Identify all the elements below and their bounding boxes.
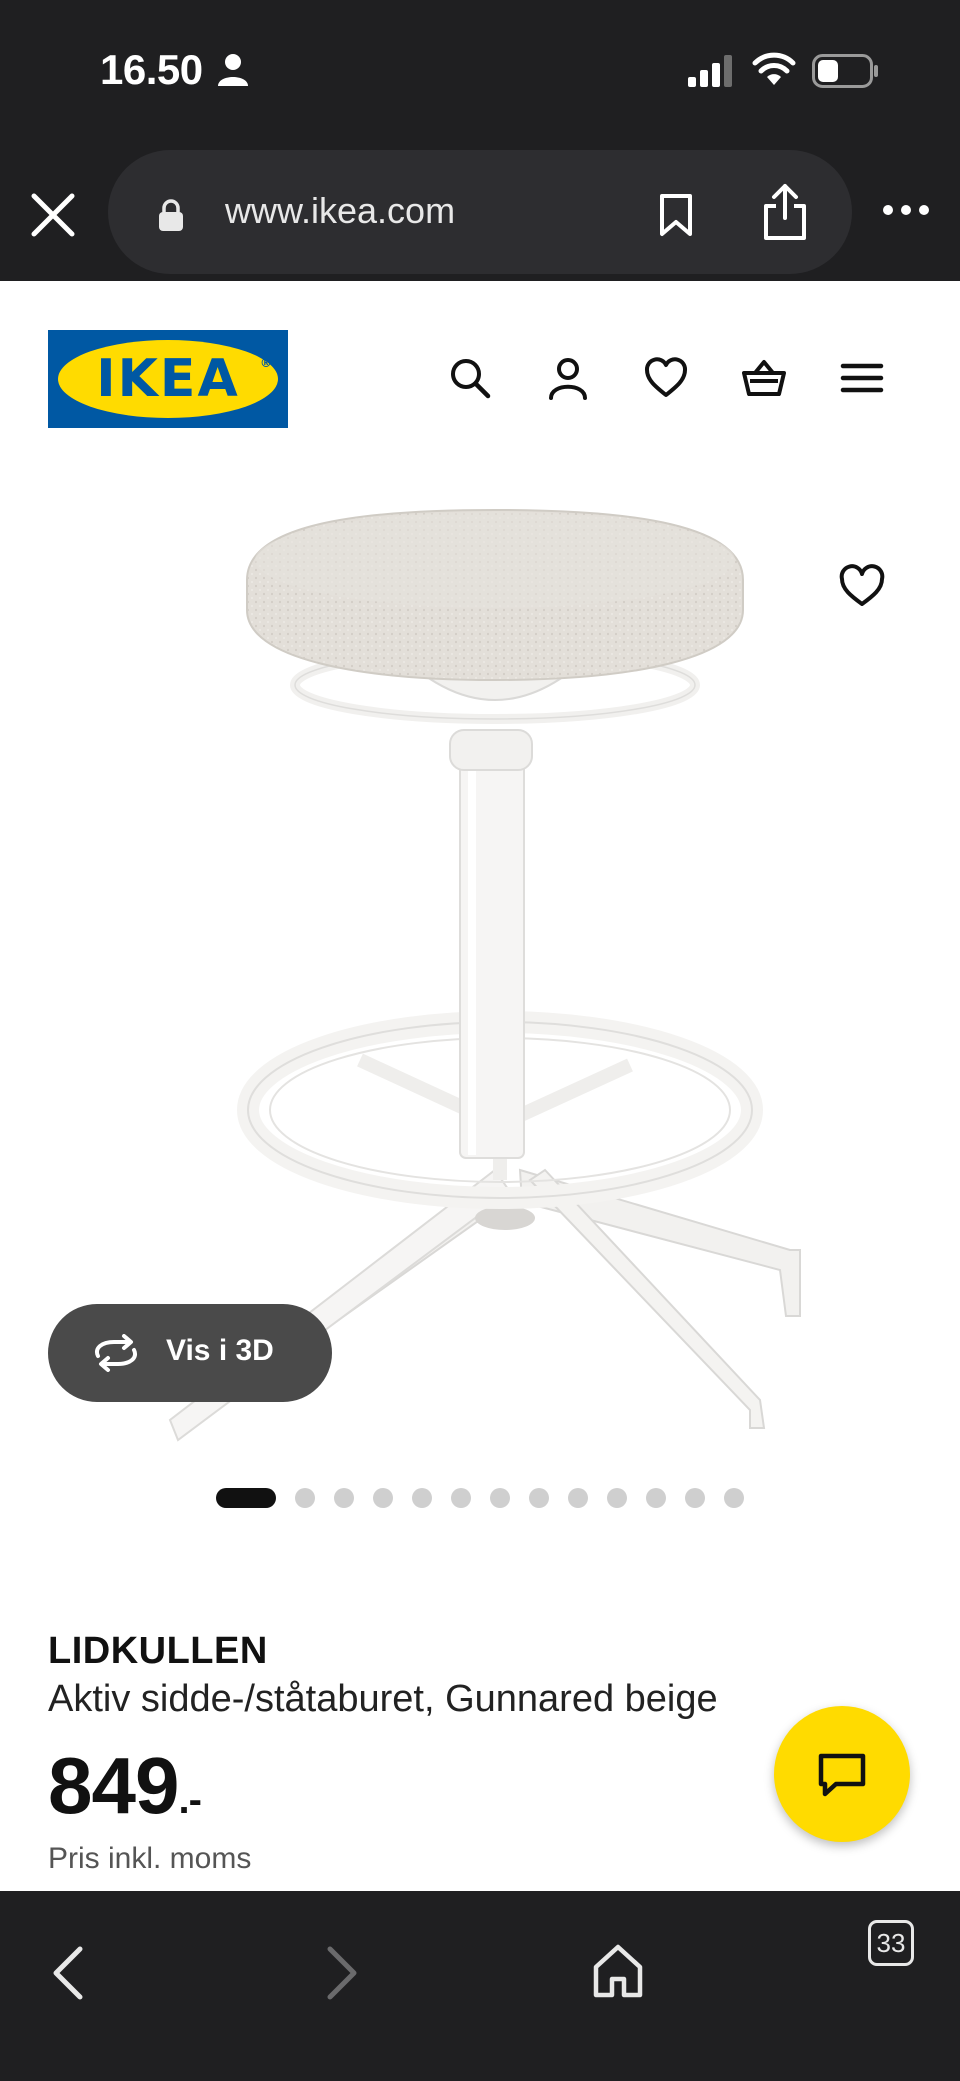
logo-text: IKEA	[96, 349, 240, 409]
carousel-dot[interactable]	[607, 1488, 627, 1508]
forward-icon[interactable]	[322, 1943, 362, 2003]
wifi-icon	[752, 52, 796, 85]
carousel-dot-active[interactable]	[216, 1488, 276, 1508]
carousel-dot[interactable]	[412, 1488, 432, 1508]
home-icon[interactable]	[592, 1943, 644, 1999]
person-icon	[218, 54, 248, 86]
carousel-dot[interactable]	[568, 1488, 588, 1508]
battery-icon	[812, 54, 878, 88]
chat-icon	[818, 1753, 866, 1797]
close-icon[interactable]	[28, 190, 78, 240]
view-in-3d-label: Vis i 3D	[166, 1334, 274, 1367]
search-icon[interactable]	[448, 356, 492, 400]
menu-icon[interactable]	[840, 356, 884, 400]
view-in-3d-button[interactable]: Vis i 3D	[48, 1304, 332, 1402]
price-suffix: .-	[178, 1778, 201, 1822]
product-description: Aktiv sidde-/ståtaburet, Gunnared beige	[48, 1678, 718, 1720]
price-note: Pris inkl. moms	[48, 1842, 252, 1875]
heart-icon[interactable]	[644, 356, 688, 400]
chat-button[interactable]	[774, 1706, 910, 1842]
back-icon[interactable]	[48, 1943, 88, 2003]
carousel-dot[interactable]	[451, 1488, 471, 1508]
url-text: www.ikea.com	[225, 190, 456, 231]
browser-toolbar	[0, 1891, 960, 2081]
carousel-dot[interactable]	[334, 1488, 354, 1508]
carousel-dot[interactable]	[685, 1488, 705, 1508]
share-icon[interactable]	[760, 182, 810, 242]
user-icon[interactable]	[546, 356, 590, 400]
ikea-logo[interactable]: IKEA ®	[48, 330, 288, 428]
product-price: 849.-	[48, 1740, 202, 1832]
status-bar: 16.50	[0, 0, 960, 140]
favorite-icon[interactable]	[838, 564, 886, 608]
product-name: LIDKULLEN	[48, 1630, 268, 1672]
rotate-3d-icon	[95, 1334, 137, 1372]
carousel-dots	[216, 1488, 763, 1508]
carousel-dot[interactable]	[646, 1488, 666, 1508]
carousel-dot[interactable]	[529, 1488, 549, 1508]
address-bar[interactable]: www.ikea.com	[108, 150, 852, 274]
basket-icon[interactable]	[742, 356, 786, 400]
status-time: 16.50	[100, 46, 203, 93]
carousel-dot[interactable]	[373, 1488, 393, 1508]
carousel-dot[interactable]	[724, 1488, 744, 1508]
carousel-dot[interactable]	[295, 1488, 315, 1508]
bookmark-icon[interactable]	[656, 192, 696, 238]
browser-bar: www.ikea.com	[0, 140, 960, 281]
lock-icon	[159, 199, 183, 231]
logo-registered: ®	[260, 356, 272, 370]
tabs-button[interactable]: 33	[868, 1920, 914, 1966]
signal-icon	[688, 55, 732, 87]
more-icon[interactable]	[882, 202, 930, 218]
carousel-dot[interactable]	[490, 1488, 510, 1508]
price-value: 849	[48, 1741, 179, 1830]
